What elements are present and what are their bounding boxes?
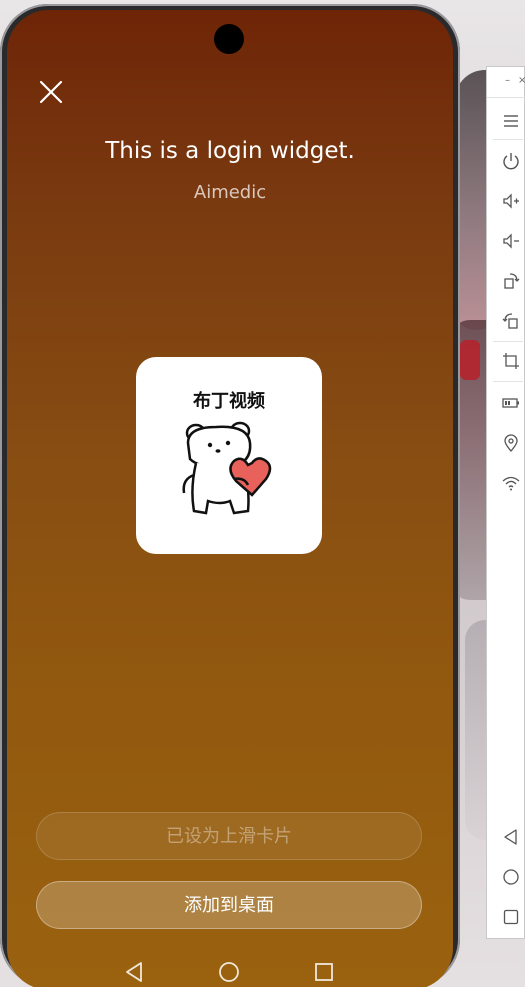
menu-icon[interactable] [501,111,521,131]
back-icon[interactable] [501,827,521,847]
dialog-title: This is a login widget. [105,138,355,164]
widget-preview-card[interactable]: 布丁视频 [136,357,322,554]
wifi-icon[interactable] [501,473,521,493]
toolbar-divider [493,139,523,140]
bear-holding-heart-icon [182,421,272,515]
toolbar-divider [493,341,523,342]
volume-down-icon[interactable] [501,231,521,251]
battery-icon[interactable] [501,393,521,413]
volume-up-icon[interactable] [501,191,521,211]
toolbar-window-controls: – × [487,67,525,98]
power-icon[interactable] [501,151,521,171]
close-button[interactable] [37,78,65,106]
emulator-toolbar: – × [486,66,525,939]
front-camera [214,24,244,54]
recents-square-icon[interactable] [312,960,336,984]
navigation-bar [7,956,453,987]
set-upslide-card-button[interactable]: 已设为上滑卡片 [36,812,422,860]
toolbar-divider [493,381,523,382]
home-icon[interactable] [501,867,521,887]
dialog-subtitle: Aimedic [193,182,267,203]
back-triangle-icon[interactable] [122,960,146,984]
phone-frame: This is a login widget. Aimedic 布丁视频 已设为… [0,4,460,987]
widget-app-name: 布丁视频 [193,391,265,412]
wallpaper-accent [460,340,480,380]
rotate-icon[interactable] [501,271,521,291]
close-window-button[interactable]: × [518,75,525,86]
rotate-screen-icon[interactable] [501,311,521,331]
phone-screen: This is a login widget. Aimedic 布丁视频 已设为… [7,10,453,987]
crop-icon[interactable] [501,351,521,371]
location-icon[interactable] [501,433,521,453]
close-icon [39,80,63,104]
add-to-desktop-button[interactable]: 添加到桌面 [36,881,422,929]
overview-icon[interactable] [501,907,521,927]
minimize-button[interactable]: – [505,75,510,86]
home-circle-icon[interactable] [217,960,241,984]
